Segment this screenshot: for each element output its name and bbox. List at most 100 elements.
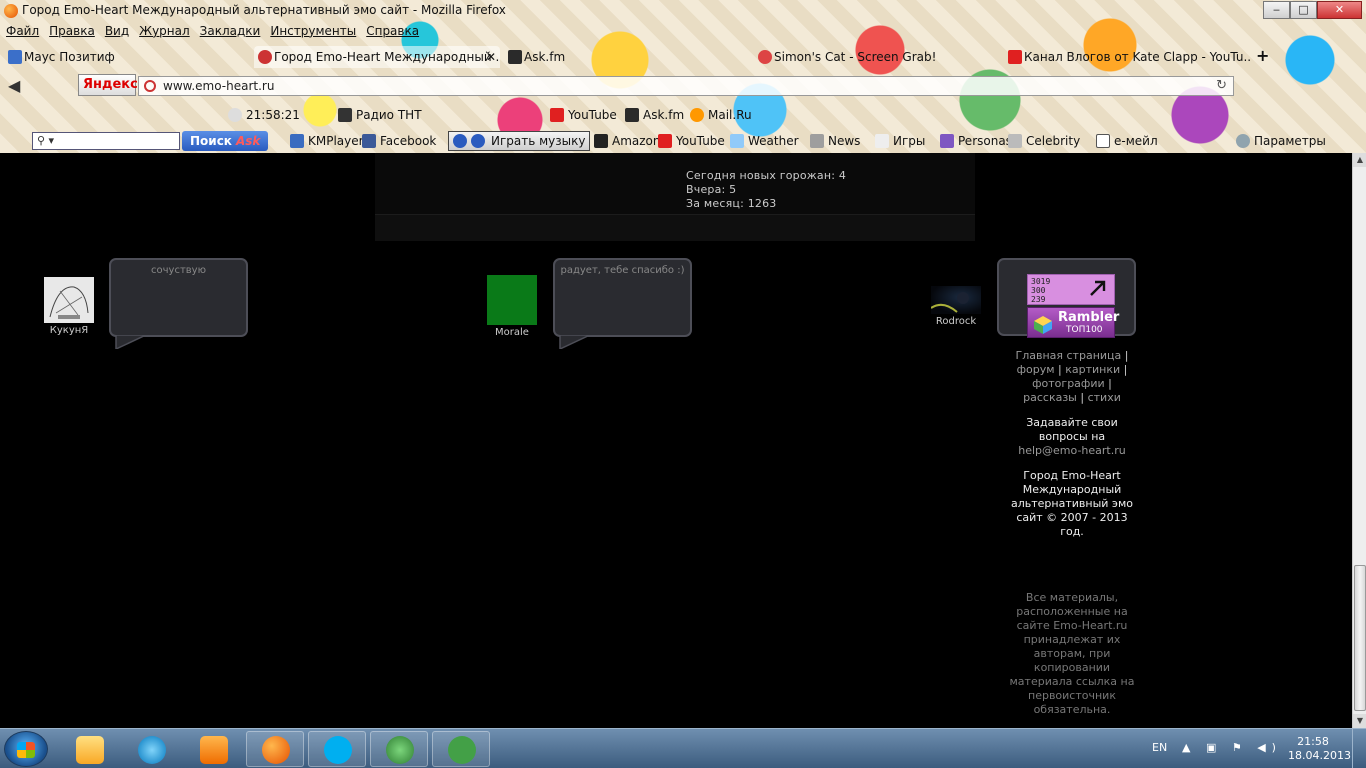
comment-text: радует, тебе спасибо :) (560, 265, 685, 276)
show-desktop-button[interactable] (1352, 729, 1366, 768)
separator: | (1123, 363, 1128, 376)
tab-simons-cat[interactable]: Simon's Cat - Screen Grab! (754, 46, 1000, 68)
username[interactable]: КукунЯ (36, 325, 102, 336)
new-tab-icon[interactable]: + (1256, 46, 1269, 65)
windows-taskbar: EN ▲ ▣ ⚑ ◀) 21:58 18.04.2013 (0, 728, 1366, 768)
bookmark-label: Weather (748, 134, 799, 148)
reload-icon[interactable]: ↻ (1216, 77, 1227, 95)
user-kukunya[interactable]: КукунЯ (36, 277, 102, 336)
bookmark-news[interactable]: News (810, 130, 860, 152)
bookmark-facebook[interactable]: Facebook (362, 130, 436, 152)
tab-askfm[interactable]: Ask.fm (504, 46, 750, 68)
yandex-button[interactable]: Яндекс (78, 74, 138, 96)
params-label: Параметры (1254, 134, 1326, 148)
weather-icon (730, 134, 744, 148)
menu-bookmarks[interactable]: Закладки (200, 24, 261, 40)
user-morale[interactable]: Morale (478, 275, 546, 338)
minimize-button[interactable]: ‒ (1263, 1, 1290, 19)
menu-view[interactable]: Вид (105, 24, 129, 40)
bookmark-celebrity[interactable]: Celebrity (1008, 130, 1080, 152)
page-scrollbar[interactable]: ▲ ▼ (1352, 153, 1366, 728)
tab-favicon-icon (8, 50, 22, 64)
taskbar-skype[interactable] (308, 731, 366, 767)
link-home[interactable]: Главная страница (1016, 349, 1122, 362)
menu-tools[interactable]: Инструменты (270, 24, 356, 40)
counter-values: 3019 300 239 (1031, 277, 1050, 304)
music-label: Играть музыку (491, 134, 586, 148)
separator: | (1124, 349, 1129, 362)
bookmark-askfm[interactable]: Ask.fm (625, 104, 684, 126)
taskbar-icq[interactable] (370, 731, 428, 767)
link-photos[interactable]: фотографии (1032, 377, 1104, 390)
play-music-button[interactable]: Играть музыку (448, 131, 590, 151)
media-player-icon (200, 736, 228, 764)
clock-widget[interactable]: 21:58:21 (228, 104, 300, 126)
bookmark-amazon[interactable]: Amazon (594, 130, 661, 152)
username[interactable]: Morale (478, 327, 546, 338)
bookmark-radio-tnt[interactable]: Радио ТНТ (338, 104, 422, 126)
maximize-button[interactable]: □ (1290, 1, 1317, 19)
menu-history[interactable]: Журнал (139, 24, 190, 40)
clock-date: 18.04.2013 (1288, 749, 1351, 762)
menu-help[interactable]: Справка (366, 24, 419, 40)
menu-file[interactable]: Файл (6, 24, 39, 40)
tab-favicon-icon (508, 50, 522, 64)
back-icon[interactable]: ◀ (8, 76, 20, 95)
separator: | (1080, 391, 1085, 404)
language-indicator[interactable]: EN (1152, 741, 1167, 754)
windows-logo-icon (17, 742, 35, 758)
tab-emo-heart[interactable]: Город Emo-Heart Международный ... ✕ (254, 46, 500, 68)
bookmarks-toolbar-1: 21:58:21 Радио ТНТ YouTube Ask.fm Mail.R… (0, 104, 1366, 126)
tab-label: Маус Позитиф (24, 50, 115, 64)
link-stories[interactable]: рассказы (1023, 391, 1077, 404)
clock[interactable]: 21:58 18.04.2013 (1288, 735, 1351, 763)
bookmark-label: Mail.Ru (708, 108, 752, 122)
taskbar-firefox[interactable] (246, 731, 304, 767)
bookmark-kmplayer[interactable]: KMPlayer (290, 130, 364, 152)
avatar[interactable] (931, 286, 981, 314)
rambler-top100-badge[interactable]: Rambler ТОП100 (1027, 307, 1119, 338)
browser-chrome: Город Emo-Heart Международный альтернати… (0, 0, 1366, 153)
bookmark-games[interactable]: Игры (875, 130, 925, 152)
bookmark-youtube-2[interactable]: YouTube (658, 130, 725, 152)
tab-maus-pozitif[interactable]: Маус Позитиф (4, 46, 244, 68)
taskbar-mail-agent[interactable] (432, 731, 490, 767)
link-pictures[interactable]: картинки (1065, 363, 1120, 376)
tab-youtube-channel[interactable]: Канал Влогов от Kate Clapp - YouTu... (1004, 46, 1250, 68)
taskbar-media-player[interactable] (184, 731, 242, 767)
tab-close-icon[interactable]: ✕ (486, 46, 496, 68)
contact-text: Задавайте свои вопросы на (1026, 416, 1118, 443)
link-poems[interactable]: стихи (1088, 391, 1121, 404)
tab-label: Simon's Cat - Screen Grab! (774, 50, 937, 64)
bookmark-email[interactable]: е-мейл (1096, 130, 1158, 152)
contact-email[interactable]: help@emo-heart.ru (1018, 444, 1125, 457)
toolbar-params[interactable]: Параметры (1236, 130, 1326, 152)
bookmark-personas[interactable]: Personas (940, 130, 1012, 152)
bookmark-mailru[interactable]: Mail.Ru (690, 104, 752, 126)
user-rodrock[interactable]: Rodrock (924, 286, 988, 327)
mailru-icon (690, 108, 704, 122)
link-forum[interactable]: форум (1017, 363, 1055, 376)
personas-icon (940, 134, 954, 148)
counter-line: 239 (1031, 295, 1046, 304)
start-button[interactable] (4, 731, 48, 767)
avatar[interactable] (44, 277, 94, 323)
url-bar[interactable]: www.emo-heart.ru ↻ (138, 76, 1234, 96)
liveinternet-counter[interactable]: 3019 300 239 (1027, 274, 1115, 305)
tab-favicon-icon (1008, 50, 1022, 64)
bookmark-weather[interactable]: Weather (730, 130, 799, 152)
scroll-down-icon[interactable]: ▼ (1353, 714, 1366, 728)
taskbar-ie[interactable] (122, 731, 180, 767)
scroll-thumb[interactable] (1354, 565, 1366, 711)
taskbar-explorer[interactable] (60, 731, 118, 767)
tray-icons[interactable]: ▲ ▣ ⚑ ◀) (1182, 741, 1282, 754)
menu-edit[interactable]: Правка (49, 24, 95, 40)
avatar[interactable] (487, 275, 537, 325)
bookmark-youtube[interactable]: YouTube (550, 104, 617, 126)
close-button[interactable]: ✕ (1317, 1, 1362, 19)
tab-label: Ask.fm (524, 50, 566, 64)
username[interactable]: Rodrock (924, 316, 988, 327)
tab-favicon-icon (258, 50, 272, 64)
site-identity-icon[interactable] (144, 80, 156, 92)
scroll-up-icon[interactable]: ▲ (1353, 153, 1366, 167)
